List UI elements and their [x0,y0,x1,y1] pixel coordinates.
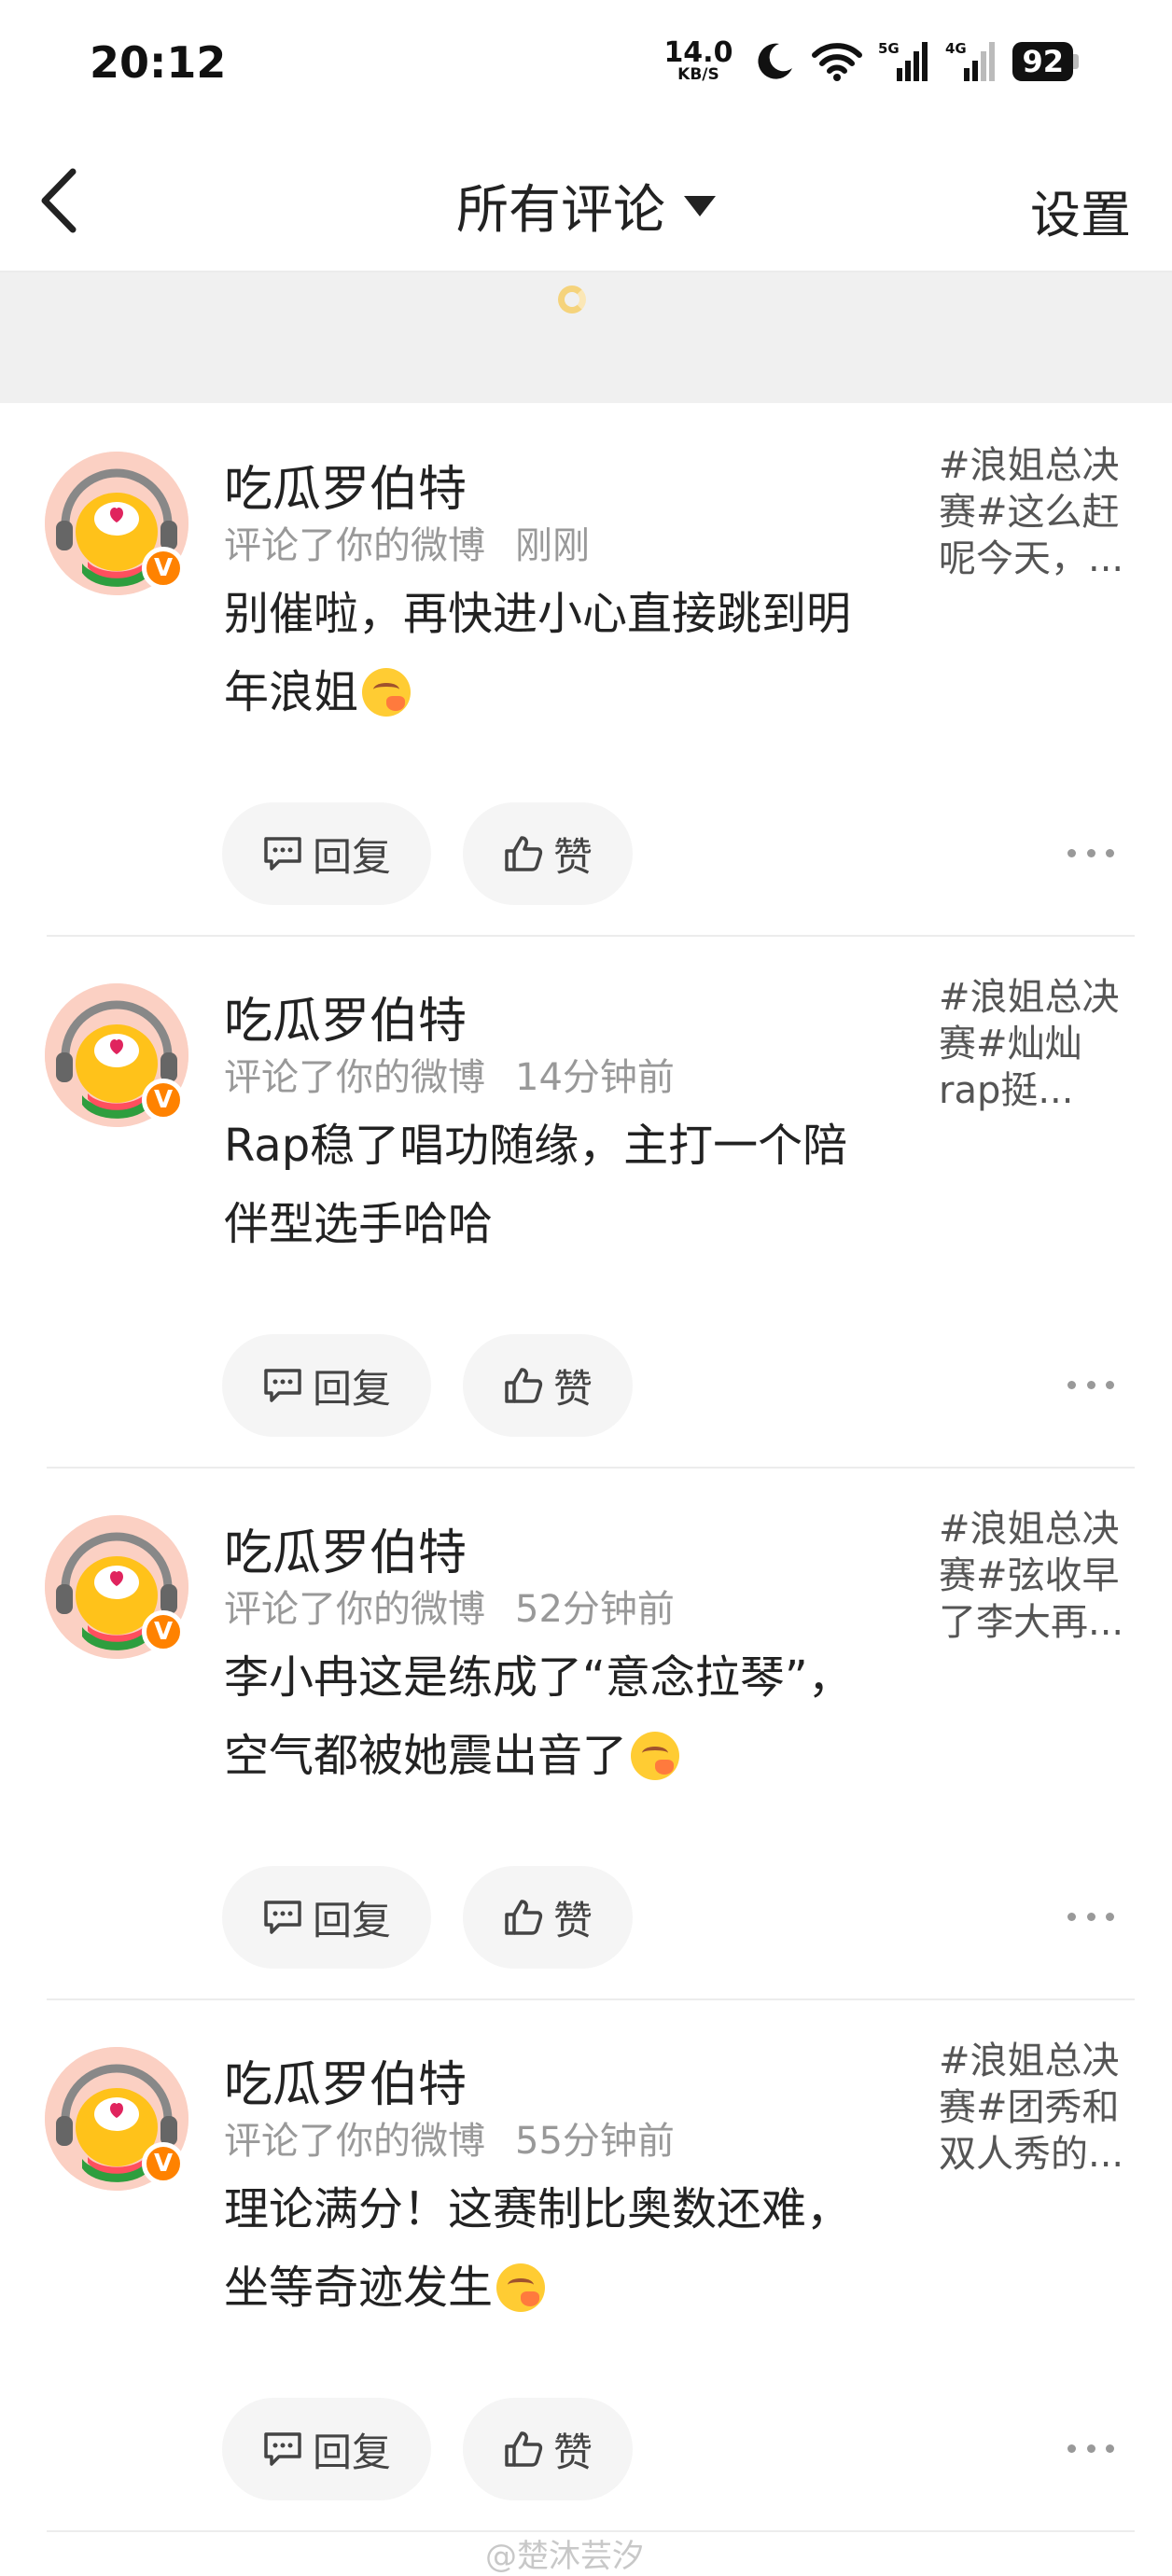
comment-action: 评论了你的微博 [224,2120,485,2163]
comment-time: 刚刚 [515,524,590,567]
signal-4g-icon: 4G [945,40,996,81]
avatar[interactable]: V [45,452,188,595]
verified-v-icon: V [142,2142,185,2185]
verified-v-icon: V [142,1079,185,1121]
username[interactable]: 吃瓜罗伯特 [224,982,467,1051]
comment-text-body: Rap稳了唱功随缘，主打一个陪伴型选手哈哈 [224,1120,848,1250]
refresh-area [0,272,1172,403]
original-post-excerpt[interactable]: #浪姐总决赛#弦收早了李大再... [939,1506,1135,1646]
comment-time: 14分钟前 [515,1056,675,1099]
status-time: 20:12 [90,37,227,88]
like-label: 赞 [552,833,593,880]
like-button[interactable]: 赞 [463,1334,633,1437]
reply-button[interactable]: 回复 [222,1866,431,1969]
watermark: @楚沐芸汐 [485,2538,644,2575]
thumbs-up-icon [505,1900,543,1935]
like-label: 赞 [552,1897,593,1943]
status-icons: 14.0 KB/S 5G 4G 92 [663,39,1079,83]
reply-button[interactable]: 回复 [222,1334,431,1437]
reply-label: 回复 [312,833,391,880]
battery-tip [1073,53,1079,69]
wifi-icon [812,42,863,81]
comment-meta: 评论了你的微博 55分钟前 [224,2110,675,2165]
page-title: 所有评论 [456,180,665,241]
like-label: 赞 [552,2429,593,2475]
comment-item[interactable]: V 吃瓜罗伯特 评论了你的微博 刚刚 别催啦，再快进小心直接跳到明年浪姐 #浪姐总… [0,405,1172,937]
status-bar: 20:12 14.0 KB/S 5G 4G 92 [0,0,1172,131]
comment-text: 李小冉这是练成了“意念拉琴”，空气都被她震出音了 [224,1638,877,1795]
username[interactable]: 吃瓜罗伯特 [224,2045,467,2115]
comment-text: 别催啦，再快进小心直接跳到明年浪姐 [224,575,877,731]
yummy-emoji-icon [496,2263,546,2312]
comment-action: 评论了你的微博 [224,1588,485,1631]
like-label: 赞 [552,1365,593,1412]
comment-item[interactable]: V 吃瓜罗伯特 评论了你的微博 52分钟前 李小冉这是练成了“意念拉琴”，空气都被… [0,1469,1172,2000]
verified-v-icon: V [142,1610,185,1653]
battery-icon: 92 [1012,41,1079,81]
verified-v-icon: V [142,547,185,590]
svg-text:4G: 4G [945,40,967,57]
comment-item[interactable]: V 吃瓜罗伯特 评论了你的微博 14分钟前 Rap稳了唱功随缘，主打一个陪伴型选手… [0,937,1172,1469]
more-options-icon[interactable] [1067,1366,1114,1403]
comment-action: 评论了你的微博 [224,524,485,567]
comment-time: 52分钟前 [515,1588,675,1631]
like-button[interactable]: 赞 [463,802,633,905]
comment-action: 评论了你的微博 [224,1056,485,1099]
settings-button[interactable]: 设置 [1030,174,1131,247]
reply-label: 回复 [312,1897,391,1943]
original-post-excerpt[interactable]: #浪姐总决赛#团秀和双人秀的... [939,2038,1135,2178]
reply-label: 回复 [312,2429,391,2475]
comment-meta: 评论了你的微博 52分钟前 [224,1579,675,1633]
like-button[interactable]: 赞 [463,1866,633,1969]
comment-icon [264,2432,301,2466]
username[interactable]: 吃瓜罗伯特 [224,1513,467,1583]
comment-icon [264,1369,301,1402]
svg-text:5G: 5G [878,40,900,57]
yummy-emoji-icon [362,668,412,717]
more-options-icon[interactable] [1067,834,1114,871]
moon-icon [758,43,793,79]
comment-icon [264,1901,301,1934]
net-speed: 14.0 KB/S [663,39,732,83]
reply-label: 回复 [312,1365,391,1412]
net-speed-unit: KB/S [677,65,719,84]
comment-item[interactable]: V 吃瓜罗伯特 评论了你的微博 55分钟前 理论满分！这赛制比奥数还难，坐等奇迹发… [0,2000,1172,2532]
nav-bar: 所有评论 设置 [0,131,1172,272]
username[interactable]: 吃瓜罗伯特 [224,450,467,520]
battery-level: 92 [1012,41,1073,81]
comment-filter-dropdown[interactable]: 所有评论 [0,168,1172,244]
like-button[interactable]: 赞 [463,2398,633,2500]
thumbs-up-icon [505,1368,543,1403]
comment-meta: 评论了你的微博 刚刚 [224,515,590,569]
avatar[interactable]: V [45,983,188,1127]
loading-spinner-icon [558,285,586,313]
signal-5g-icon: 5G [878,40,928,81]
more-options-icon[interactable] [1067,2430,1114,2467]
original-post-excerpt[interactable]: #浪姐总决赛#这么赶呢今天，... [939,442,1135,582]
caret-down-icon [684,195,716,216]
reply-button[interactable]: 回复 [222,2398,431,2500]
comment-meta: 评论了你的微博 14分钟前 [224,1047,675,1101]
more-options-icon[interactable] [1067,1898,1114,1935]
original-post-excerpt[interactable]: #浪姐总决赛#灿灿rap挺... [939,974,1135,1114]
comment-text-body: 别催啦，再快进小心直接跳到明年浪姐 [224,588,852,718]
comment-time: 55分钟前 [515,2120,675,2163]
comment-icon [264,837,301,870]
reply-button[interactable]: 回复 [222,802,431,905]
comment-text-body: 李小冉这是练成了“意念拉琴”，空气都被她震出音了 [224,1651,853,1782]
avatar[interactable]: V [45,2047,188,2191]
avatar[interactable]: V [45,1515,188,1659]
comment-text: 理论满分！这赛制比奥数还难，坐等奇迹发生 [224,2170,877,2327]
thumbs-up-icon [505,836,543,871]
comment-text: Rap稳了唱功随缘，主打一个陪伴型选手哈哈 [224,1107,877,1263]
net-speed-value: 14.0 [663,36,733,69]
yummy-emoji-icon [631,1732,680,1780]
thumbs-up-icon [505,2431,543,2467]
